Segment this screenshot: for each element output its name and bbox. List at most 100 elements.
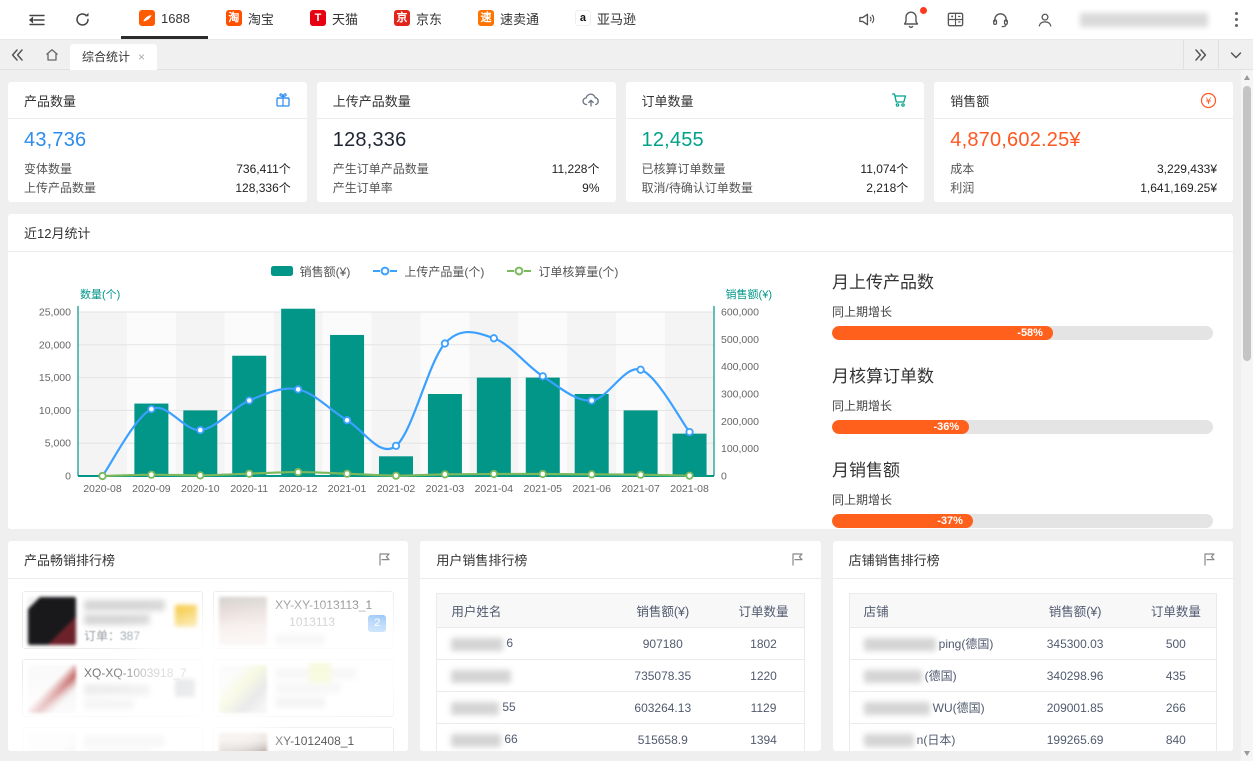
sales-cell: 907180 bbox=[602, 628, 723, 660]
stat-row-value: 11,074个 bbox=[860, 160, 908, 179]
svg-text:2021-01: 2021-01 bbox=[328, 483, 367, 495]
product-image bbox=[219, 733, 267, 751]
legend-item-销售额(¥)[interactable]: 销售额(¥) bbox=[270, 263, 351, 280]
growth-progress-fill: -37% bbox=[832, 514, 973, 528]
platform-tab-label: 京东 bbox=[416, 9, 442, 28]
table-header-row: 用户姓名销售额(¥)订单数量 bbox=[437, 594, 804, 628]
platform-tab-label: 速卖通 bbox=[500, 9, 539, 28]
platform-tab-label: 淘宝 bbox=[248, 9, 274, 28]
announcement-icon[interactable] bbox=[857, 10, 876, 29]
store-sales-table: 店铺销售额(¥)订单数量 ping(德国) 345300.03 500 (德国)… bbox=[849, 593, 1217, 751]
flag-icon[interactable] bbox=[790, 552, 805, 567]
toolbar-right bbox=[857, 0, 1243, 39]
svg-text:2020-11: 2020-11 bbox=[230, 483, 268, 495]
growth-item-1: 月核算订单数 同上期增长 -36% bbox=[832, 362, 1213, 434]
platform-tab-天猫[interactable]: T天猫 bbox=[292, 0, 376, 39]
product-card-2[interactable]: XQ-XQ-1003918_7 bbox=[22, 659, 203, 717]
growth-progress-fill: -36% bbox=[832, 420, 969, 434]
forward-tabs-icon[interactable] bbox=[1183, 40, 1218, 69]
stat-row-label: 已核算订单数量 bbox=[642, 160, 726, 179]
users-panel-title: 用户销售排行榜 bbox=[436, 550, 527, 569]
bell-icon[interactable] bbox=[902, 10, 920, 29]
product-info bbox=[84, 733, 197, 751]
scrollbar-thumb[interactable] bbox=[1243, 86, 1251, 361]
product-card-1[interactable]: XY-XY-1013113_1 1013113 2 bbox=[213, 591, 394, 649]
legend-symbol bbox=[372, 265, 398, 277]
growth-pct-label: -36% bbox=[933, 421, 959, 433]
tab-label: 综合统计 bbox=[82, 48, 130, 65]
cart-icon bbox=[891, 92, 908, 108]
platform-tab-淘宝[interactable]: 淘淘宝 bbox=[208, 0, 292, 39]
product-badge: 2 bbox=[368, 615, 386, 632]
flag-icon[interactable] bbox=[377, 552, 392, 567]
customer-service-icon[interactable] bbox=[991, 10, 1010, 29]
stat-row-label: 产生订单产品数量 bbox=[333, 160, 429, 179]
name-visible-suffix: ping(德国) bbox=[939, 637, 994, 651]
stat-row-label: 上传产品数量 bbox=[24, 179, 96, 198]
product-card-4[interactable] bbox=[22, 727, 203, 751]
tab-comprehensive-statistics[interactable]: 综合统计 × bbox=[70, 44, 157, 70]
product-card-5[interactable]: XY-1012408_1 bbox=[213, 727, 394, 751]
svg-text:2021-08: 2021-08 bbox=[670, 483, 709, 495]
table-row: 6 907180 1802 bbox=[437, 628, 804, 660]
collapse-menu-icon[interactable] bbox=[14, 0, 60, 39]
name-cell: 6 bbox=[437, 628, 602, 660]
growth-subtitle: 同上期增长 bbox=[832, 491, 1213, 508]
stat-card-header: 销售额 ¥ bbox=[934, 82, 1233, 119]
platform-tab-亚马逊[interactable]: a亚马逊 bbox=[557, 0, 654, 39]
home-icon[interactable] bbox=[34, 40, 70, 69]
orders-cell: 1394 bbox=[723, 724, 804, 752]
orders-cell: 840 bbox=[1136, 724, 1217, 752]
main-content: 产品数量 43,736 变体数量 736,411个 上传产品数量 128,336… bbox=[0, 70, 1241, 751]
chart-panel-header: 近12月统计 bbox=[8, 214, 1233, 252]
name-visible-suffix: 55 bbox=[502, 700, 515, 714]
product-info: XY-XY-1013113_1 1013113 2 bbox=[275, 597, 388, 643]
vertical-scrollbar[interactable] bbox=[1241, 70, 1253, 761]
name-cell: (德国) bbox=[849, 660, 1014, 692]
taobao-icon: 淘 bbox=[226, 10, 242, 26]
platform-tabs: 1688淘淘宝T天猫京京东速速卖通a亚马逊 bbox=[121, 0, 654, 39]
svg-text:数量(个): 数量(个) bbox=[80, 288, 120, 301]
products-panel-title: 产品畅销排行榜 bbox=[24, 550, 115, 569]
name-cell bbox=[437, 660, 602, 692]
platform-tab-1688[interactable]: 1688 bbox=[121, 0, 208, 39]
username-redacted[interactable] bbox=[1080, 13, 1208, 27]
product-code: XY-XY-1013113_1 bbox=[275, 597, 388, 614]
platform-tab-速卖通[interactable]: 速速卖通 bbox=[460, 0, 557, 39]
svg-text:10,000: 10,000 bbox=[39, 405, 71, 417]
product-card-0[interactable]: 订单：387 bbox=[22, 591, 203, 649]
product-card-3[interactable] bbox=[213, 659, 394, 717]
column-header: 订单数量 bbox=[1136, 594, 1217, 628]
back-tabs-icon[interactable] bbox=[0, 40, 34, 69]
stat-card-row: 上传产品数量 128,336个 bbox=[24, 179, 291, 198]
stat-card-0: 产品数量 43,736 变体数量 736,411个 上传产品数量 128,336… bbox=[8, 82, 307, 202]
platform-tab-京东[interactable]: 京京东 bbox=[376, 0, 460, 39]
legend-item-上传产品量(个)[interactable]: 上传产品量(个) bbox=[372, 263, 484, 280]
product-image bbox=[219, 665, 267, 713]
scroll-up-arrow-icon[interactable] bbox=[1244, 75, 1250, 80]
growth-progress-track: -36% bbox=[832, 420, 1213, 434]
product-image bbox=[28, 597, 76, 645]
stat-card-body: 12,455 已核算订单数量 11,074个 取消/待确认订单数量 2,218个 bbox=[626, 119, 925, 198]
user-icon[interactable] bbox=[1036, 11, 1054, 29]
table-row: WU(德国) 209001.85 266 bbox=[849, 692, 1216, 724]
growth-panel: 月上传产品数 同上期增长 -58% 月核算订单数 同上期增长 -36% 月销售额… bbox=[814, 258, 1223, 550]
svg-text:2021-04: 2021-04 bbox=[475, 483, 514, 495]
close-icon[interactable]: × bbox=[138, 50, 145, 64]
stat-card-row: 产生订单率 9% bbox=[333, 179, 600, 198]
flag-icon[interactable] bbox=[1202, 552, 1217, 567]
name-cell: ping(德国) bbox=[849, 628, 1014, 660]
refresh-icon[interactable] bbox=[60, 0, 105, 39]
product-image bbox=[28, 733, 76, 751]
kebab-menu-icon[interactable] bbox=[1234, 11, 1239, 28]
gift-icon bbox=[275, 92, 291, 108]
legend-item-订单核算量(个)[interactable]: 订单核算量(个) bbox=[506, 263, 618, 280]
growth-title: 月上传产品数 bbox=[832, 268, 1213, 293]
svg-text:2021-02: 2021-02 bbox=[377, 483, 416, 495]
column-header: 订单数量 bbox=[723, 594, 804, 628]
tab-actions-dropdown-icon[interactable] bbox=[1218, 40, 1253, 69]
sales-cell: 345300.03 bbox=[1014, 628, 1135, 660]
scroll-down-arrow-icon[interactable] bbox=[1244, 751, 1250, 756]
growth-progress-track: -37% bbox=[832, 514, 1213, 528]
workbench-icon[interactable] bbox=[946, 10, 965, 29]
